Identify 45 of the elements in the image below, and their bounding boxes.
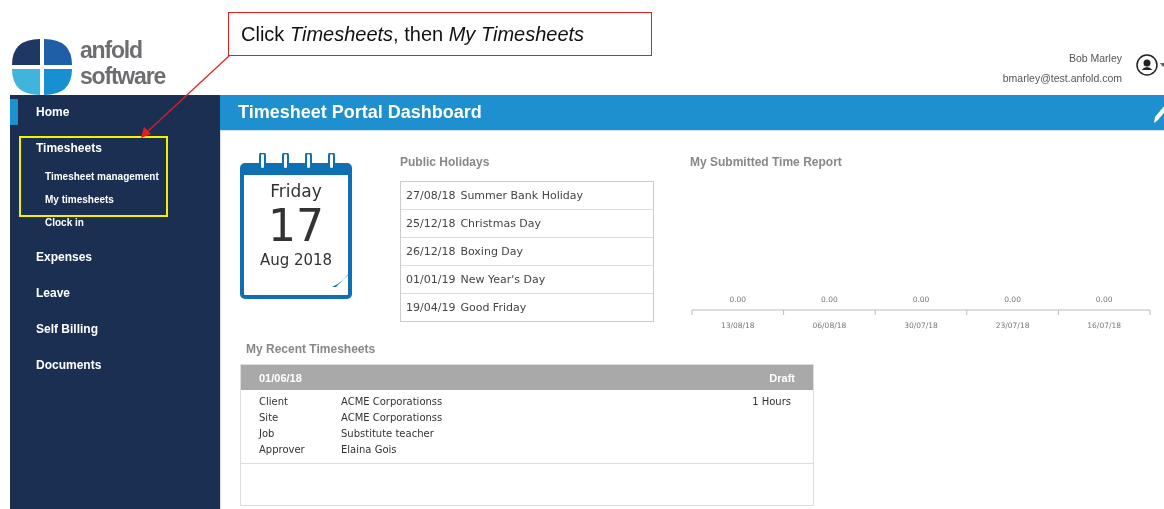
- timesheet-date: 01/06/18: [259, 371, 302, 384]
- user-email: bmarley@test.anfold.com: [1002, 71, 1122, 86]
- user-icon: [1136, 54, 1158, 76]
- nav-item[interactable]: Expenses: [10, 244, 220, 270]
- holiday-date: 19/04/19: [406, 301, 456, 314]
- nav-subitem[interactable]: Timesheet management: [10, 171, 220, 188]
- field-value: Substitute teacher: [341, 428, 435, 439]
- holiday-name: Good Friday: [460, 301, 527, 314]
- nav-item[interactable]: Documents: [10, 352, 220, 378]
- field-label: Client: [259, 396, 289, 407]
- month-year-text: Aug 2018: [259, 251, 333, 269]
- nav-subitem[interactable]: My timesheets: [10, 188, 220, 211]
- holiday-name: Boxing Day: [460, 245, 524, 258]
- holiday-date: 26/12/18: [406, 245, 456, 258]
- section-title: My Recent Timesheets: [246, 342, 377, 356]
- logo-icon: [10, 37, 74, 97]
- holiday-name: Summer Bank Holiday: [460, 189, 584, 202]
- field-label: Job: [259, 428, 276, 439]
- holiday-name: Christmas Day: [460, 217, 542, 230]
- nav-item[interactable]: Timesheets: [10, 135, 220, 161]
- holiday-date: 27/08/18: [406, 189, 456, 202]
- timesheet-card[interactable]: 01/06/18 Draft Client ACME Corporationss Site ACME Corporationss Job Substitute teacher Approver Elaina Gois 1 Hours: [240, 364, 814, 506]
- field-value: ACME Corporationss: [341, 412, 443, 423]
- nav-item[interactable]: Leave: [10, 280, 220, 306]
- logo-text: software: [80, 63, 165, 89]
- field-label: Approver: [259, 444, 306, 455]
- weekday-text: Friday: [270, 181, 322, 201]
- day-number: 17: [268, 201, 324, 251]
- status-text: Draft: [769, 371, 795, 384]
- field-value: Elaina Gois: [341, 444, 398, 455]
- page-title: Timesheet Portal Dashboard: [238, 102, 482, 123]
- nav-subitem[interactable]: Clock in: [10, 211, 220, 234]
- section-title: My Submitted Time Report: [690, 155, 843, 169]
- nav-item[interactable]: Self Billing: [10, 316, 220, 342]
- field-label: Site: [259, 412, 280, 423]
- logo-text: anfold: [80, 37, 143, 63]
- callout-box: Click Timesheets, then My Timesheets: [228, 12, 652, 56]
- field-value: ACME Corporationss: [341, 396, 443, 407]
- holiday-name: New Year's Day: [460, 273, 546, 286]
- holiday-date: 01/01/19: [406, 273, 456, 286]
- holiday-date: 25/12/18: [406, 217, 456, 230]
- hours-text: 1 Hours: [752, 396, 791, 409]
- section-title: Public Holidays: [400, 155, 491, 169]
- user-menu-button[interactable]: [1136, 54, 1164, 76]
- user-name: Bob Marley: [1067, 51, 1122, 66]
